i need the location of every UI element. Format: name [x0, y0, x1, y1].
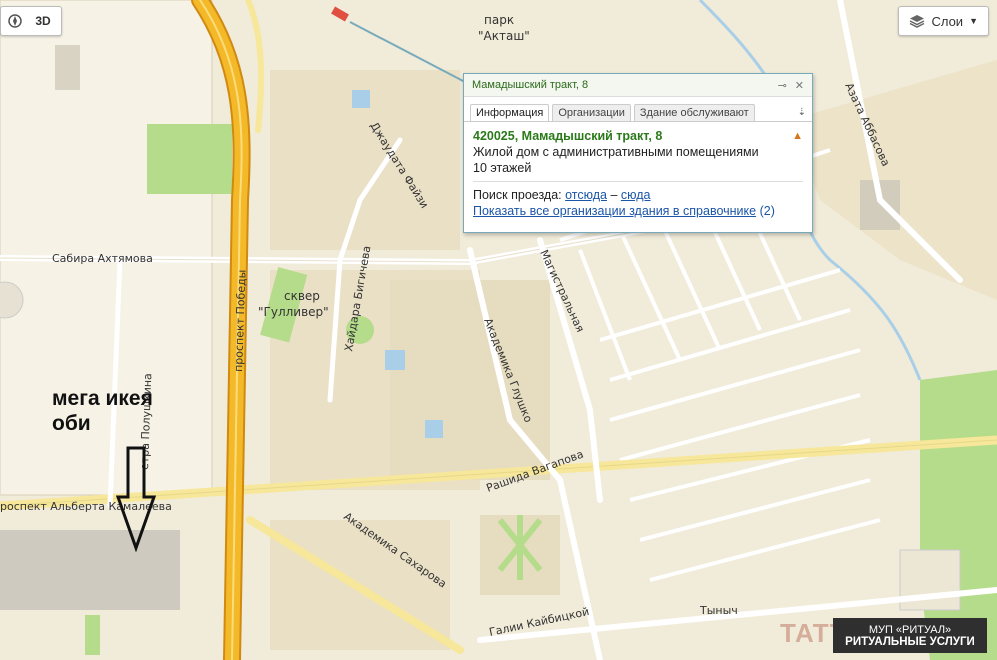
poi-label-park-name: "Акташ" — [478, 29, 530, 43]
ad-line-1: МУП «РИТУАЛ» — [868, 623, 952, 636]
popup-address-row: 420025, Мамадышский тракт, 8 ▲ — [473, 128, 803, 144]
info-popup: Мамадышский тракт, 8 ⊸ ✕ Информация Орга… — [463, 73, 813, 233]
annotation-line-1: мега икея — [52, 387, 153, 410]
popup-divider — [473, 181, 803, 182]
street-label-kamaleeva: роспект Альберта Камалеева — [0, 500, 172, 513]
route-prefix: Поиск проезда: — [473, 188, 562, 202]
poi-label-park: парк — [484, 13, 514, 27]
layers-icon — [910, 15, 925, 28]
chevron-down-icon: ▼ — [969, 16, 978, 26]
popup-address: 420025, Мамадышский тракт, 8 — [473, 129, 663, 143]
street-label-tynych: Тыныч — [699, 604, 738, 617]
layers-button[interactable]: Слои ▼ — [898, 6, 989, 36]
warning-icon[interactable]: ▲ — [792, 128, 803, 144]
route-dash: – — [610, 188, 618, 202]
show-all-count: (2) — [759, 204, 775, 218]
popup-title: Мамадышский тракт, 8 — [472, 79, 589, 91]
poi-label-skver: сквер — [284, 289, 320, 303]
popup-floors: 10 этажей — [473, 161, 532, 175]
handwritten-annotation: мега икея оби — [52, 386, 153, 436]
poi-label-skver-name: "Гулливер" — [258, 305, 329, 319]
route-to-link[interactable]: сюда — [621, 188, 651, 202]
ad-banner[interactable]: МУП «РИТУАЛ» РИТУАЛЬНЫЕ УСЛУГИ — [833, 618, 987, 653]
close-icon[interactable]: ✕ — [795, 79, 804, 92]
compass-button[interactable] — [1, 7, 29, 35]
popup-body: 420025, Мамадышский тракт, 8 ▲ Жилой дом… — [464, 122, 812, 225]
show-all-row: Показать все организации здания в справо… — [473, 203, 803, 219]
layers-label: Слои — [931, 13, 964, 29]
street-label-sabira: Сабира Ахтямова — [52, 252, 153, 265]
tab-organizations[interactable]: Организации — [552, 104, 631, 121]
popup-tabs: Информация Организации Здание обслуживаю… — [464, 97, 812, 122]
ad-line-2: РИТУАЛЬНЫЕ УСЛУГИ — [845, 635, 975, 648]
route-from-link[interactable]: отсюда — [565, 188, 607, 202]
show-all-organizations-link[interactable]: Показать все организации здания в справо… — [473, 204, 756, 218]
pin-icon[interactable]: ⊸ — [778, 79, 787, 92]
compass-icon — [8, 14, 22, 28]
mode-3d-button[interactable]: 3D — [29, 7, 57, 35]
view-controls: 3D — [0, 6, 62, 36]
tab-building-services[interactable]: Здание обслуживают — [633, 104, 755, 121]
popup-header: Мамадышский тракт, 8 ⊸ ✕ — [464, 74, 812, 97]
tabs-more-icon[interactable]: ⇣ — [798, 107, 806, 121]
annotation-line-2: оби — [52, 412, 91, 435]
route-row: Поиск проезда: отсюда – сюда — [473, 187, 803, 203]
tab-info[interactable]: Информация — [470, 104, 550, 121]
popup-description: Жилой дом с административными помещениям… — [473, 145, 759, 159]
